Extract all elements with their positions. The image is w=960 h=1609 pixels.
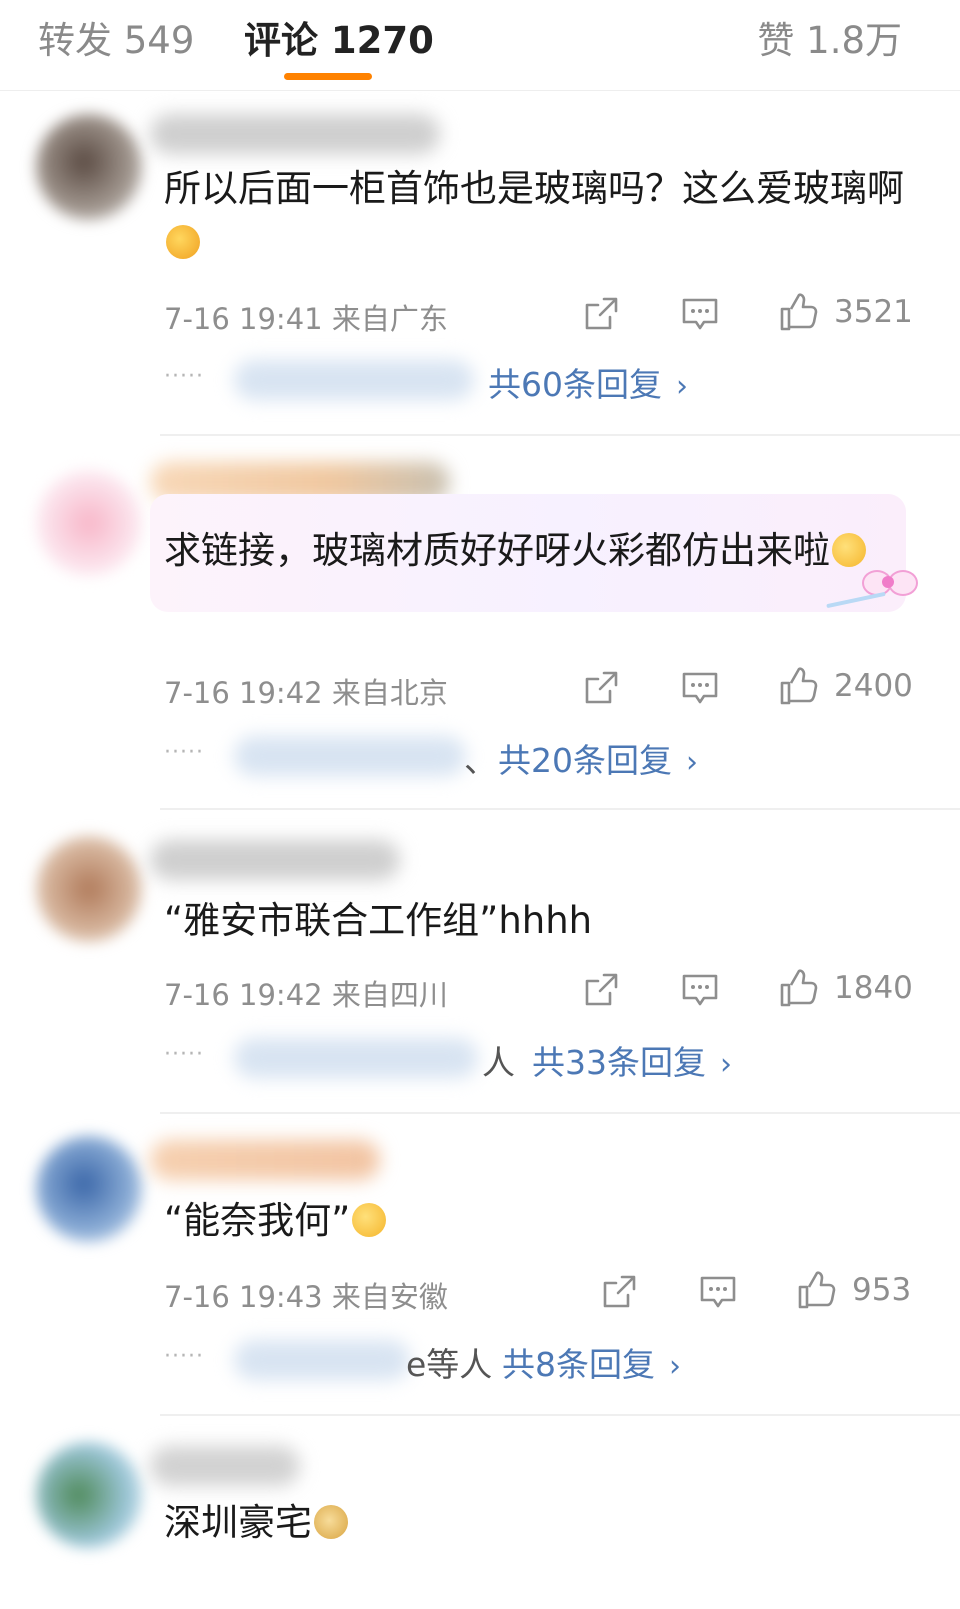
reply-summary[interactable]: ····· 人 共33条回复 › [164,1030,924,1086]
active-tab-indicator [284,73,372,80]
share-icon [585,973,618,1006]
comment-icon [682,672,718,704]
reply-count-link[interactable]: 共20条回复 › [498,734,698,782]
like-button[interactable]: 953 [796,1270,911,1310]
shrug-emoji-icon [352,1203,387,1237]
comment-time: 7-16 19:43 [164,1280,323,1314]
like-button[interactable]: 2400 [778,666,913,706]
username-blurred[interactable] [150,114,440,154]
comment-icon [682,974,718,1006]
comment-text: 所以后面一柜首饰也是玻璃吗？这么爱玻璃啊 [164,162,909,270]
reply-users-tail: 人 [482,1043,515,1082]
reply-count-link[interactable]: 共8条回复 › [502,1338,681,1386]
comment-item: 求链接，玻璃材质好好呀火彩都仿出来啦 7-16 19:42 来自北京 2400 … [0,436,960,810]
reply-dots: ····· [164,1042,204,1067]
thumbs-up-icon [780,667,818,705]
tab-repost[interactable]: 转发 549 [38,10,194,64]
like-count: 953 [852,1272,912,1308]
doge-emoji-icon [314,1505,348,1539]
chevron-right-icon: › [720,1047,732,1082]
avatar[interactable] [36,836,142,942]
username-blurred[interactable] [150,1446,300,1486]
divider [160,1414,960,1416]
tab-likes[interactable]: 赞 1.8万 [757,10,902,64]
comment-item: 所以后面一柜首饰也是玻璃吗？这么爱玻璃啊 7-16 19:41 来自广东 352… [0,90,960,436]
thumbs-up-icon [780,293,818,331]
reply-summary[interactable]: ····· 共60条回复 › [164,352,924,408]
comment-text: “雅安市联合工作组”hhhh [164,899,593,942]
reply-summary[interactable]: ····· 、 共20条回复 › [164,728,924,784]
comment-time: 7-16 19:42 [164,676,323,710]
comment-icon [700,1276,736,1308]
reply-dots: ····· [164,740,204,765]
avatar[interactable] [36,470,142,576]
comment-location: 来自北京 [331,676,448,710]
avatar[interactable] [36,114,142,220]
share-icon [585,671,618,704]
chevron-right-icon: › [669,1349,681,1384]
like-count: 2400 [834,668,913,704]
share-icon [603,1275,636,1308]
comment-item: “雅安市联合工作组”hhhh 7-16 19:42 来自四川 1840 ····… [0,810,960,1114]
comment-item: 深圳豪宅 [0,1418,960,1609]
comment-button[interactable] [680,970,720,1010]
comment-time: 7-16 19:41 [164,302,323,336]
comment-button[interactable] [680,668,720,708]
username-blurred[interactable] [150,1140,380,1180]
chevron-right-icon: › [686,745,698,780]
username-blurred[interactable] [150,840,400,880]
comment-meta: 7-16 19:43 来自安徽 [164,1274,448,1316]
comment-location: 来自安徽 [331,1280,448,1314]
reply-count-link[interactable]: 共33条回复 › [532,1036,732,1084]
comment-meta: 7-16 19:41 来自广东 [164,296,448,338]
reply-users-tail: 、 [464,741,497,780]
share-icon [585,297,618,330]
tab-bar: 转发 549 评论 1270 赞 1.8万 [0,0,960,91]
like-count: 1840 [834,970,913,1006]
comment-text: 求链接，玻璃材质好好呀火彩都仿出来啦 [164,524,909,578]
share-button[interactable] [582,294,620,334]
reply-users-blurred [234,1038,478,1078]
thumbs-up-icon [798,1271,836,1309]
reply-summary[interactable]: ····· e等人 共8条回复 › [164,1332,924,1388]
thumbs-up-icon [780,969,818,1007]
reply-dots: ····· [164,364,204,389]
avatar[interactable] [36,1136,142,1242]
like-count: 3521 [834,294,913,330]
share-button[interactable] [582,970,620,1010]
chevron-right-icon: › [676,369,688,404]
comment-button[interactable] [698,1272,738,1312]
comment-time: 7-16 19:42 [164,978,323,1012]
comment-icon [682,298,718,330]
tab-comments[interactable]: 评论 1270 [244,10,434,64]
reply-dots: ····· [164,1344,204,1369]
share-button[interactable] [582,668,620,708]
like-button[interactable]: 3521 [778,292,913,332]
comment-button[interactable] [680,294,720,334]
comment-meta: 7-16 19:42 来自北京 [164,670,448,712]
hug-emoji-icon [166,225,200,259]
like-button[interactable]: 1840 [778,968,913,1008]
comment-location: 来自广东 [331,302,448,336]
comment-text: 深圳豪宅 [164,1496,909,1550]
comment-meta: 7-16 19:42 来自四川 [164,972,448,1014]
avatar[interactable] [36,1442,142,1548]
comment-location: 来自四川 [331,978,448,1012]
comment-item: “能奈我何” 7-16 19:43 来自安徽 953 ····· e等人 共8条… [0,1114,960,1418]
share-button[interactable] [600,1272,638,1312]
reply-users-blurred [234,1340,410,1380]
comment-text: “能奈我何” [164,1194,909,1248]
reply-count-link[interactable]: 共60条回复 › [488,358,688,406]
blushing-emoji-icon [832,533,866,567]
reply-users-blurred [234,360,474,400]
reply-users-blurred [234,736,466,776]
reply-users-tail: e等人 [406,1345,493,1384]
